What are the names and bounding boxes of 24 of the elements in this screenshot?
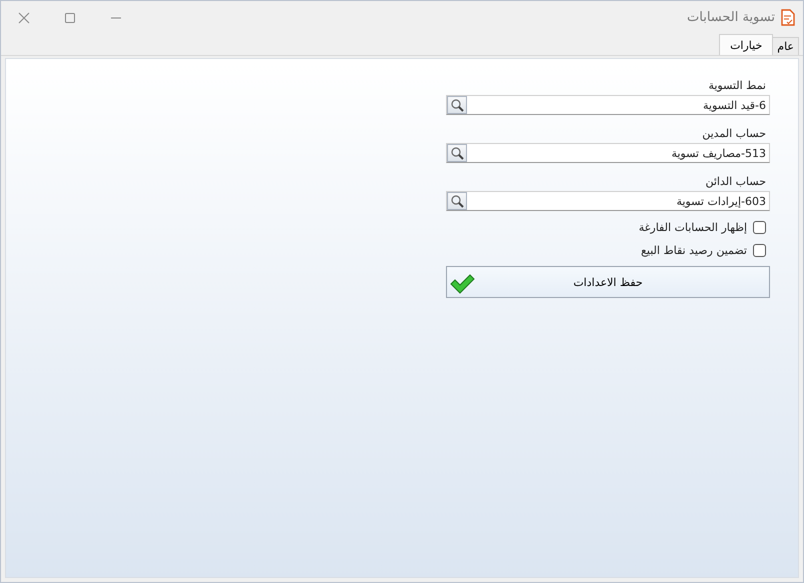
search-button[interactable] bbox=[447, 144, 467, 162]
input-field[interactable]: 603-إيرادات تسوية bbox=[446, 191, 770, 211]
search-button[interactable] bbox=[447, 192, 467, 210]
maximize-icon bbox=[64, 12, 76, 24]
close-icon bbox=[18, 12, 30, 24]
search-icon bbox=[450, 194, 464, 208]
field-label: نمط التسوية bbox=[707, 79, 766, 92]
search-icon bbox=[450, 146, 464, 160]
checkbox-label: تضمين رصيد نقاط البيع bbox=[641, 244, 747, 257]
field-label: حساب المدين bbox=[701, 127, 766, 140]
tab[interactable]: خيارات bbox=[719, 34, 774, 55]
checkbox-label: إظهار الحسابات الفارغة bbox=[638, 221, 747, 234]
input-field[interactable]: 6-قيد التسوية bbox=[446, 95, 770, 115]
search-button[interactable] bbox=[447, 96, 467, 114]
input-field[interactable]: 513-مصاريف تسوية bbox=[446, 143, 770, 163]
checkbox[interactable] bbox=[753, 244, 766, 257]
document-icon bbox=[781, 9, 795, 26]
save-button[interactable]: حفظ الاعدادات bbox=[446, 266, 770, 298]
search-icon bbox=[450, 98, 464, 112]
checkbox[interactable] bbox=[753, 221, 766, 234]
window-title: تسوية الحسابات bbox=[687, 10, 775, 25]
tab[interactable]: عام bbox=[772, 37, 799, 55]
checkmark-icon bbox=[449, 273, 475, 295]
field-label: حساب الدائن bbox=[704, 175, 766, 188]
